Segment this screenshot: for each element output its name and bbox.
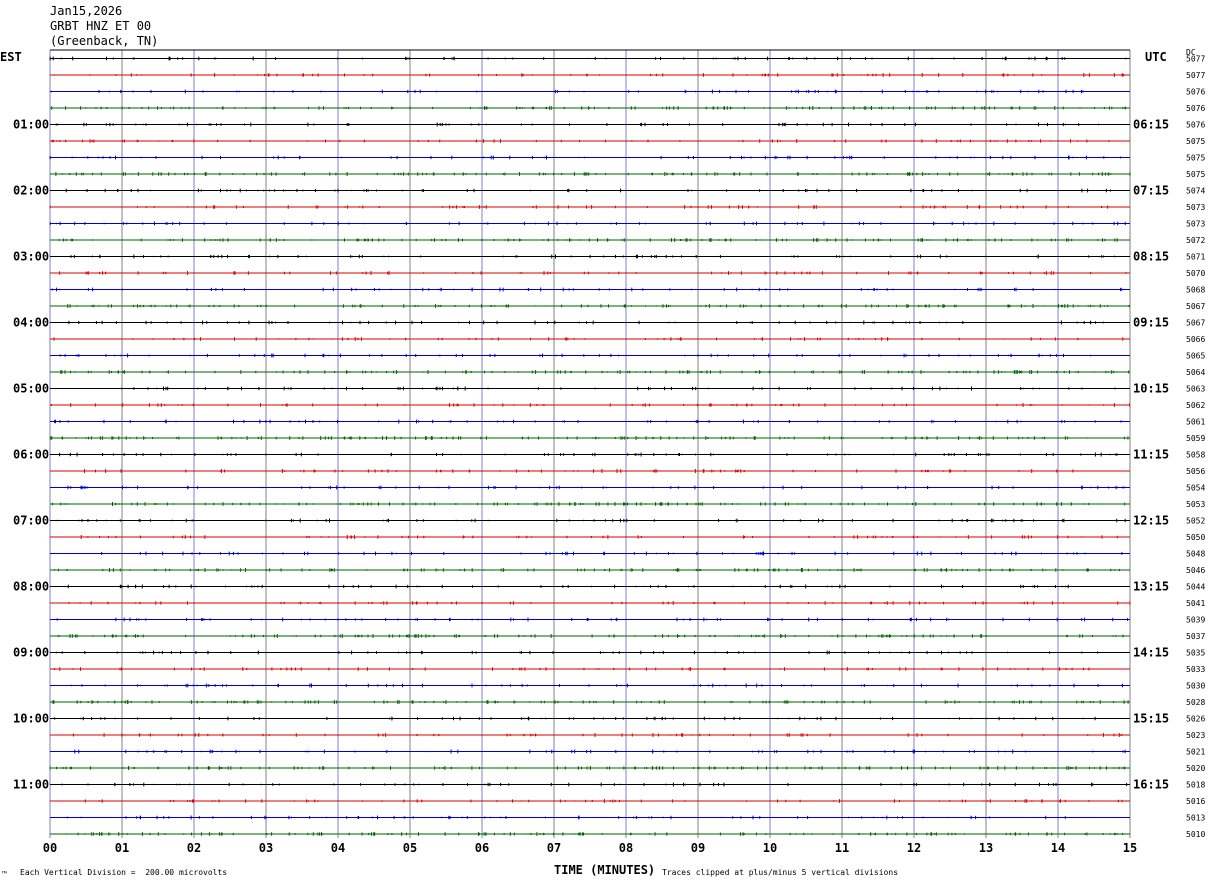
x-tick-label: 15 bbox=[1123, 841, 1137, 855]
dc-value: 5062 bbox=[1186, 401, 1205, 410]
x-tick-label: 03 bbox=[259, 841, 273, 855]
dc-value: 5050 bbox=[1186, 533, 1205, 542]
x-axis-title: TIME (MINUTES) bbox=[554, 863, 656, 877]
dc-value: 5037 bbox=[1186, 632, 1205, 641]
x-tick-label: 08 bbox=[619, 841, 633, 855]
dc-value: 5065 bbox=[1186, 352, 1205, 361]
x-tick-label: 12 bbox=[907, 841, 921, 855]
dc-value: 5071 bbox=[1186, 253, 1205, 262]
est-time-label: 09:00 bbox=[13, 646, 49, 660]
dc-value: 5035 bbox=[1186, 649, 1205, 658]
dc-value: 5033 bbox=[1186, 665, 1205, 674]
dc-value: 5023 bbox=[1186, 731, 1205, 740]
seismogram-plot: 00 01 02 03 04 05 06 07 08 09 10 11 12 13 14 15 5077 5077… bbox=[13, 49, 1205, 855]
trace-rows bbox=[49, 56, 1131, 836]
x-tick-label: 11 bbox=[835, 841, 849, 855]
x-tick-label: 05 bbox=[403, 841, 417, 855]
dc-value: 5048 bbox=[1186, 550, 1205, 559]
est-time-label: 04:00 bbox=[13, 316, 49, 330]
dc-value: 5054 bbox=[1186, 484, 1205, 493]
dc-value: 5044 bbox=[1186, 583, 1205, 592]
dc-value: 5059 bbox=[1186, 434, 1205, 443]
dc-value: 5076 bbox=[1186, 88, 1205, 97]
dc-value: 5021 bbox=[1186, 748, 1205, 757]
est-time-label: 10:00 bbox=[13, 712, 49, 726]
dc-value: 5073 bbox=[1186, 203, 1205, 212]
est-time-label: 07:00 bbox=[13, 514, 49, 528]
dc-value: 5041 bbox=[1186, 599, 1205, 608]
clip-note: Traces clipped at plus/minus 5 vertical … bbox=[662, 868, 899, 877]
utc-time-label: 14:15 bbox=[1133, 646, 1169, 660]
dc-value: 5067 bbox=[1186, 319, 1205, 328]
utc-time-label: 13:15 bbox=[1133, 580, 1169, 594]
dc-value: 5058 bbox=[1186, 451, 1205, 460]
dc-value: 5068 bbox=[1186, 286, 1205, 295]
est-time-label: 02:00 bbox=[13, 184, 49, 198]
est-time-label: 05:00 bbox=[13, 382, 49, 396]
est-time-label: 01:00 bbox=[13, 118, 49, 132]
dc-value: 5046 bbox=[1186, 566, 1205, 575]
x-tick-label: 06 bbox=[475, 841, 489, 855]
dc-value: 5052 bbox=[1186, 517, 1205, 526]
utc-time-label: 12:15 bbox=[1133, 514, 1169, 528]
x-tick-label: 04 bbox=[331, 841, 345, 855]
x-tick-label: 09 bbox=[691, 841, 705, 855]
utc-time-label: 11:15 bbox=[1133, 448, 1169, 462]
dc-value: 5073 bbox=[1186, 220, 1205, 229]
dc-value: 5016 bbox=[1186, 797, 1205, 806]
utc-time-label: 07:15 bbox=[1133, 184, 1169, 198]
x-tick-label: 01 bbox=[115, 841, 129, 855]
est-time-label: 06:00 bbox=[13, 448, 49, 462]
dc-value: 5061 bbox=[1186, 418, 1205, 427]
corner-mark: ™ bbox=[2, 870, 7, 879]
utc-time-label: 06:15 bbox=[1133, 118, 1169, 132]
dc-value: 5013 bbox=[1186, 814, 1205, 823]
x-tick-label: 07 bbox=[547, 841, 561, 855]
dc-value: 5010 bbox=[1186, 830, 1205, 839]
dc-value: 5064 bbox=[1186, 368, 1205, 377]
dc-value: 5053 bbox=[1186, 500, 1205, 509]
dc-value: 5028 bbox=[1186, 698, 1205, 707]
utc-time-label: 16:15 bbox=[1133, 778, 1169, 792]
scale-note: Each Vertical Division = 200.00 microvol… bbox=[20, 868, 228, 877]
x-tick-label: 02 bbox=[187, 841, 201, 855]
dc-value: 5076 bbox=[1186, 121, 1205, 130]
x-tick-label: 13 bbox=[979, 841, 993, 855]
dc-value: 5039 bbox=[1186, 616, 1205, 625]
dc-value: 5067 bbox=[1186, 302, 1205, 311]
x-tick-label: 14 bbox=[1051, 841, 1065, 855]
dc-value: 5075 bbox=[1186, 154, 1205, 163]
dc-value: 5077 bbox=[1186, 71, 1205, 80]
dc-value: 5075 bbox=[1186, 170, 1205, 179]
dc-value: 5020 bbox=[1186, 764, 1205, 773]
dc-value: 5018 bbox=[1186, 781, 1205, 790]
dc-value: 5066 bbox=[1186, 335, 1205, 344]
est-time-label: 11:00 bbox=[13, 778, 49, 792]
utc-time-label: 10:15 bbox=[1133, 382, 1169, 396]
est-time-label: 08:00 bbox=[13, 580, 49, 594]
est-time-label: 03:00 bbox=[13, 250, 49, 264]
dc-value: 5075 bbox=[1186, 137, 1205, 146]
dc-value: 5076 bbox=[1186, 104, 1205, 113]
x-tick-label: 10 bbox=[763, 841, 777, 855]
dc-value: 5063 bbox=[1186, 385, 1205, 394]
dc-value: 5072 bbox=[1186, 236, 1205, 245]
dc-value: 5070 bbox=[1186, 269, 1205, 278]
dc-value: 5077 bbox=[1186, 55, 1205, 64]
dc-value: 5056 bbox=[1186, 467, 1205, 476]
dc-value: 5026 bbox=[1186, 715, 1205, 724]
dc-value: 5074 bbox=[1186, 187, 1205, 196]
x-tick-label: 00 bbox=[43, 841, 57, 855]
utc-time-label: 15:15 bbox=[1133, 712, 1169, 726]
utc-time-label: 08:15 bbox=[1133, 250, 1169, 264]
vertical-grid bbox=[49, 49, 1131, 838]
utc-time-label: 09:15 bbox=[1133, 316, 1169, 330]
dc-value: 5030 bbox=[1186, 682, 1205, 691]
